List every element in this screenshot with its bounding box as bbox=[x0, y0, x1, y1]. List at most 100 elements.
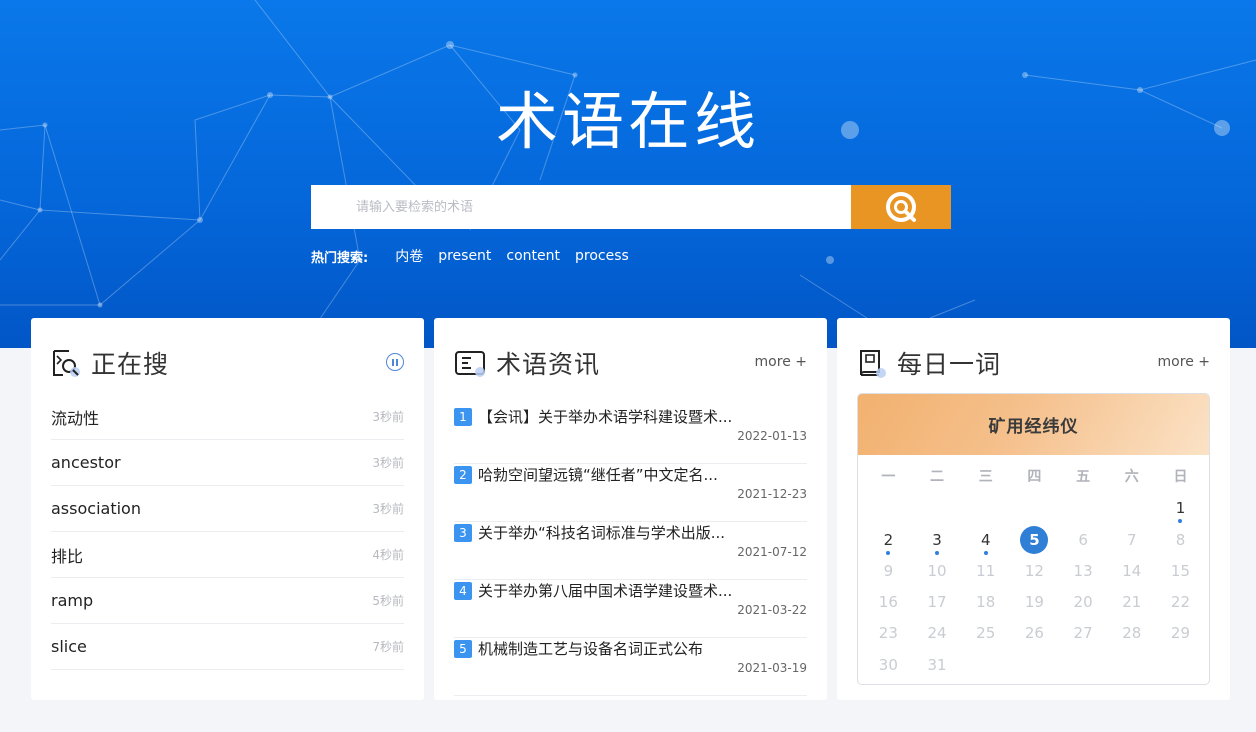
calendar-day[interactable]: 25 bbox=[961, 622, 1010, 653]
now-searching-list: 流动性 3秒前 ancestor 3秒前 association 3秒前 排比 … bbox=[51, 394, 404, 670]
list-item[interactable]: 4 关于举办第八届中国术语学建设暨术... 2021-03-22 bbox=[454, 580, 807, 638]
search-term[interactable]: slice bbox=[51, 637, 87, 656]
daily-word-panel: 矿用经纬仪 一 二 三 四 五 六 日 1 2 3 4 5 6 7 8 9 10 11 12 13 14 1… bbox=[857, 393, 1210, 685]
calendar-week: 9 10 11 12 13 14 15 bbox=[864, 560, 1205, 591]
weekday-label: 三 bbox=[978, 469, 993, 485]
card-title: 术语资讯 bbox=[496, 350, 601, 379]
calendar-day bbox=[1107, 497, 1156, 528]
calendar-day[interactable]: 14 bbox=[1107, 560, 1156, 591]
hot-search-item[interactable]: process bbox=[575, 248, 629, 264]
hot-search-label: 热门搜索: bbox=[311, 250, 369, 266]
calendar-day[interactable]: 22 bbox=[1156, 591, 1205, 622]
more-link[interactable]: more + bbox=[755, 354, 807, 370]
news-title[interactable]: 哈勃空间望远镜“继任者”中文定名... bbox=[478, 464, 718, 486]
news-rank-badge: 1 bbox=[454, 408, 472, 426]
calendar-day[interactable]: 10 bbox=[913, 560, 962, 591]
calendar-day[interactable]: 24 bbox=[913, 622, 962, 653]
card-title: 每日一词 bbox=[897, 350, 1002, 379]
search-input[interactable] bbox=[311, 185, 851, 229]
network-background bbox=[0, 0, 1256, 348]
calendar-day[interactable]: 12 bbox=[1010, 560, 1059, 591]
list-item[interactable]: 排比 4秒前 bbox=[51, 532, 404, 578]
news-title[interactable]: 机械制造工艺与设备名词正式公布 bbox=[478, 638, 703, 660]
calendar-day[interactable]: 18 bbox=[961, 591, 1010, 622]
list-item[interactable]: 2 哈勃空间望远镜“继任者”中文定名... 2021-12-23 bbox=[454, 464, 807, 522]
calendar-day[interactable]: 26 bbox=[1010, 622, 1059, 653]
weekday-label: 六 bbox=[1124, 469, 1139, 485]
card-header: 正在搜 bbox=[51, 346, 404, 380]
news-title[interactable]: 关于举办“科技名词标准与学术出版... bbox=[478, 522, 725, 544]
daily-word-card: 每日一词 more + 矿用经纬仪 一 二 三 四 五 六 日 12345678… bbox=[837, 318, 1230, 700]
calendar-day bbox=[1059, 497, 1108, 528]
calendar-day[interactable]: 20 bbox=[1059, 591, 1108, 622]
list-item[interactable]: 5 机械制造工艺与设备名词正式公布 2021-03-19 bbox=[454, 638, 807, 696]
hot-search-item[interactable]: content bbox=[506, 248, 560, 264]
calendar-day[interactable]: 28 bbox=[1107, 622, 1156, 653]
calendar: 一 二 三 四 五 六 日 1 2 3 4 5 6 7 8 9 10 11 12 13 14 15 16 17 1… bbox=[864, 466, 1205, 684]
list-item[interactable]: ancestor 3秒前 bbox=[51, 440, 404, 486]
weekday-label: 二 bbox=[930, 469, 945, 485]
calendar-day[interactable]: 2 bbox=[864, 529, 913, 560]
calendar-day[interactable]: 17 bbox=[913, 591, 962, 622]
news-date: 2022-01-13 bbox=[737, 429, 807, 443]
calendar-day[interactable]: 29 bbox=[1156, 622, 1205, 653]
list-item[interactable]: 流动性 3秒前 bbox=[51, 394, 404, 440]
weekday-label: 日 bbox=[1173, 469, 1188, 485]
hot-search-item[interactable]: present bbox=[438, 248, 491, 264]
search-time: 3秒前 bbox=[372, 410, 404, 424]
calendar-day bbox=[864, 497, 913, 528]
calendar-day[interactable]: 11 bbox=[961, 560, 1010, 591]
calendar-day[interactable]: 6 bbox=[1059, 529, 1108, 560]
search-term[interactable]: 排比 bbox=[51, 543, 83, 567]
news-date: 2021-03-19 bbox=[737, 661, 807, 675]
calendar-day[interactable]: 23 bbox=[864, 622, 913, 653]
calendar-day[interactable]: 15 bbox=[1156, 560, 1205, 591]
calendar-day[interactable]: 30 bbox=[864, 654, 913, 684]
calendar-day[interactable]: 21 bbox=[1107, 591, 1156, 622]
calendar-day[interactable]: 7 bbox=[1107, 529, 1156, 560]
calendar-day bbox=[961, 497, 1010, 528]
weekday-label: 五 bbox=[1076, 469, 1091, 485]
calendar-day[interactable]: 27 bbox=[1059, 622, 1108, 653]
calendar-day[interactable]: 9 bbox=[864, 560, 913, 591]
calendar-day[interactable]: 8 bbox=[1156, 529, 1205, 560]
list-item[interactable]: slice 7秒前 bbox=[51, 624, 404, 670]
calendar-day-today[interactable]: 5 bbox=[1010, 525, 1059, 560]
search-button[interactable] bbox=[851, 185, 951, 229]
news-date: 2021-03-22 bbox=[737, 603, 807, 617]
calendar-day[interactable]: 4 bbox=[961, 529, 1010, 560]
hot-search-item[interactable]: 内卷 bbox=[395, 246, 423, 266]
calendar-day bbox=[1010, 497, 1059, 528]
hero-banner: 术语在线 热门搜索: 内卷 present content process bbox=[0, 0, 1256, 348]
calendar-day[interactable]: 13 bbox=[1059, 560, 1108, 591]
pause-icon[interactable] bbox=[386, 353, 404, 371]
news-title[interactable]: 【会讯】关于举办术语学科建设暨术... bbox=[478, 406, 732, 428]
search-term[interactable]: association bbox=[51, 499, 141, 518]
daily-word[interactable]: 矿用经纬仪 bbox=[858, 394, 1209, 455]
calendar-week: 2345678 bbox=[864, 525, 1205, 560]
calendar-day bbox=[1107, 654, 1156, 684]
list-item[interactable]: 3 关于举办“科技名词标准与学术出版... 2021-07-12 bbox=[454, 522, 807, 580]
list-item[interactable]: 1 【会讯】关于举办术语学科建设暨术... 2022-01-13 bbox=[454, 406, 807, 464]
news-rank-badge: 2 bbox=[454, 466, 472, 484]
search-time: 5秒前 bbox=[372, 594, 404, 608]
search-q-icon bbox=[886, 192, 916, 222]
more-link[interactable]: more + bbox=[1158, 354, 1210, 370]
calendar-day[interactable]: 16 bbox=[864, 591, 913, 622]
list-item[interactable]: ramp 5秒前 bbox=[51, 578, 404, 624]
now-searching-card: 正在搜 流动性 3秒前 ancestor 3秒前 association 3秒前… bbox=[31, 318, 424, 700]
list-item[interactable]: association 3秒前 bbox=[51, 486, 404, 532]
calendar-day bbox=[961, 654, 1010, 684]
calendar-day[interactable]: 3 bbox=[913, 529, 962, 560]
calendar-day[interactable]: 1 bbox=[1156, 497, 1205, 528]
search-term[interactable]: 流动性 bbox=[51, 405, 99, 429]
news-title[interactable]: 关于举办第八届中国术语学建设暨术... bbox=[478, 580, 732, 602]
news-date: 2021-07-12 bbox=[737, 545, 807, 559]
calendar-day[interactable]: 19 bbox=[1010, 591, 1059, 622]
news-date: 2021-12-23 bbox=[737, 487, 807, 501]
search-term[interactable]: ramp bbox=[51, 591, 93, 610]
calendar-day[interactable]: 31 bbox=[913, 654, 962, 684]
search-time: 3秒前 bbox=[372, 456, 404, 470]
search-term[interactable]: ancestor bbox=[51, 453, 121, 472]
calendar-week: 16 17 18 19 20 21 22 bbox=[864, 591, 1205, 622]
